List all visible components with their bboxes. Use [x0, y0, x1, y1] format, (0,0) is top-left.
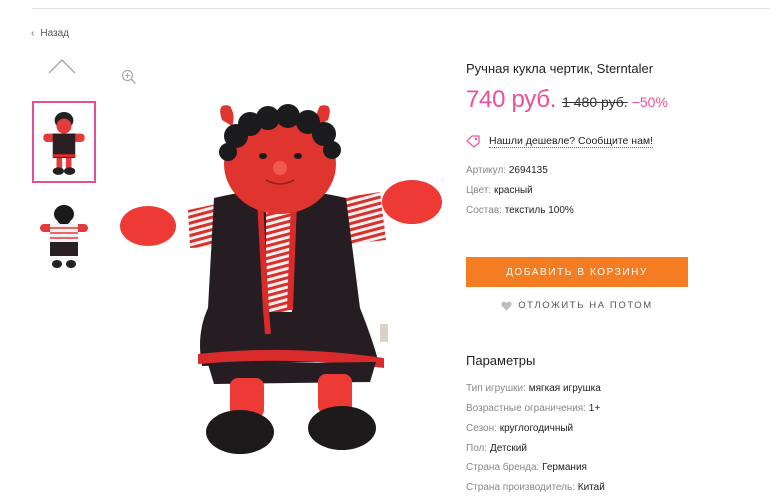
param-label: Страна бренда:	[466, 462, 540, 473]
found-cheaper-link[interactable]: Нашли дешевле? Сообщите нам!	[466, 135, 654, 148]
current-price: 740 руб.	[466, 86, 557, 113]
back-link[interactable]: ‹ Назад	[31, 28, 69, 39]
param-value: круглогодичный	[499, 423, 574, 434]
params-title: Параметры	[466, 353, 536, 368]
price-row: 740 руб. 1 480 руб. −50%	[466, 86, 668, 114]
thumbnail-2[interactable]	[32, 196, 96, 278]
price-tag-icon	[466, 135, 480, 148]
param-label: Страна производитель:	[466, 482, 575, 493]
found-cheaper-label: Нашли дешевле? Сообщите нам!	[489, 135, 654, 148]
back-label: Назад	[40, 28, 69, 39]
discount-badge: −50%	[631, 94, 668, 110]
param-label: Сезон:	[466, 423, 497, 434]
param-label: Тип игрушки:	[466, 383, 526, 394]
thumbnail-1[interactable]	[32, 101, 96, 183]
heart-icon	[501, 301, 512, 310]
param-value: 1+	[588, 403, 601, 414]
add-to-cart-button[interactable]: ДОБАВИТЬ В КОРЗИНУ	[466, 257, 688, 287]
param-value: Детский	[489, 443, 527, 454]
param-season: Сезон: круглогодичный	[466, 423, 573, 434]
param-value: Германия	[542, 462, 587, 473]
param-value: Китай	[577, 482, 605, 493]
product-image	[120, 104, 442, 454]
save-for-later-label: ОТЛОЖИТЬ НА ПОТОМ	[518, 300, 653, 311]
product-title: Ручная кукла чертик, Sterntaler	[466, 61, 654, 76]
zoom-in-icon[interactable]	[121, 69, 137, 85]
param-label: Возрастные ограничения:	[466, 403, 586, 414]
save-for-later-button[interactable]: ОТЛОЖИТЬ НА ПОТОМ	[466, 300, 688, 311]
param-toy-type: Тип игрушки: мягкая игрушка	[466, 383, 601, 394]
attr-composition-label: Состав:	[466, 205, 502, 216]
attr-color: Цвет: красный	[466, 185, 533, 196]
param-made-in: Страна производитель: Китай	[466, 482, 605, 493]
attr-color-value: красный	[493, 185, 533, 196]
attr-sku-label: Артикул:	[466, 165, 507, 176]
attr-composition: Состав: текстиль 100%	[466, 205, 574, 216]
attr-color-label: Цвет:	[466, 185, 492, 196]
attr-sku: Артикул: 2694135	[466, 165, 548, 176]
param-label: Пол:	[466, 443, 488, 454]
param-brand-country: Страна бренда: Германия	[466, 462, 587, 473]
attr-sku-value: 2694135	[508, 165, 548, 176]
param-age: Возрастные ограничения: 1+	[466, 403, 600, 414]
param-value: мягкая игрушка	[528, 383, 601, 394]
top-divider	[32, 8, 770, 9]
chevron-left-icon: ‹	[31, 28, 35, 39]
param-gender: Пол: Детский	[466, 443, 527, 454]
attr-composition-value: текстиль 100%	[504, 205, 574, 216]
old-price: 1 480 руб.	[562, 94, 628, 110]
chevron-up-icon[interactable]	[47, 56, 77, 76]
